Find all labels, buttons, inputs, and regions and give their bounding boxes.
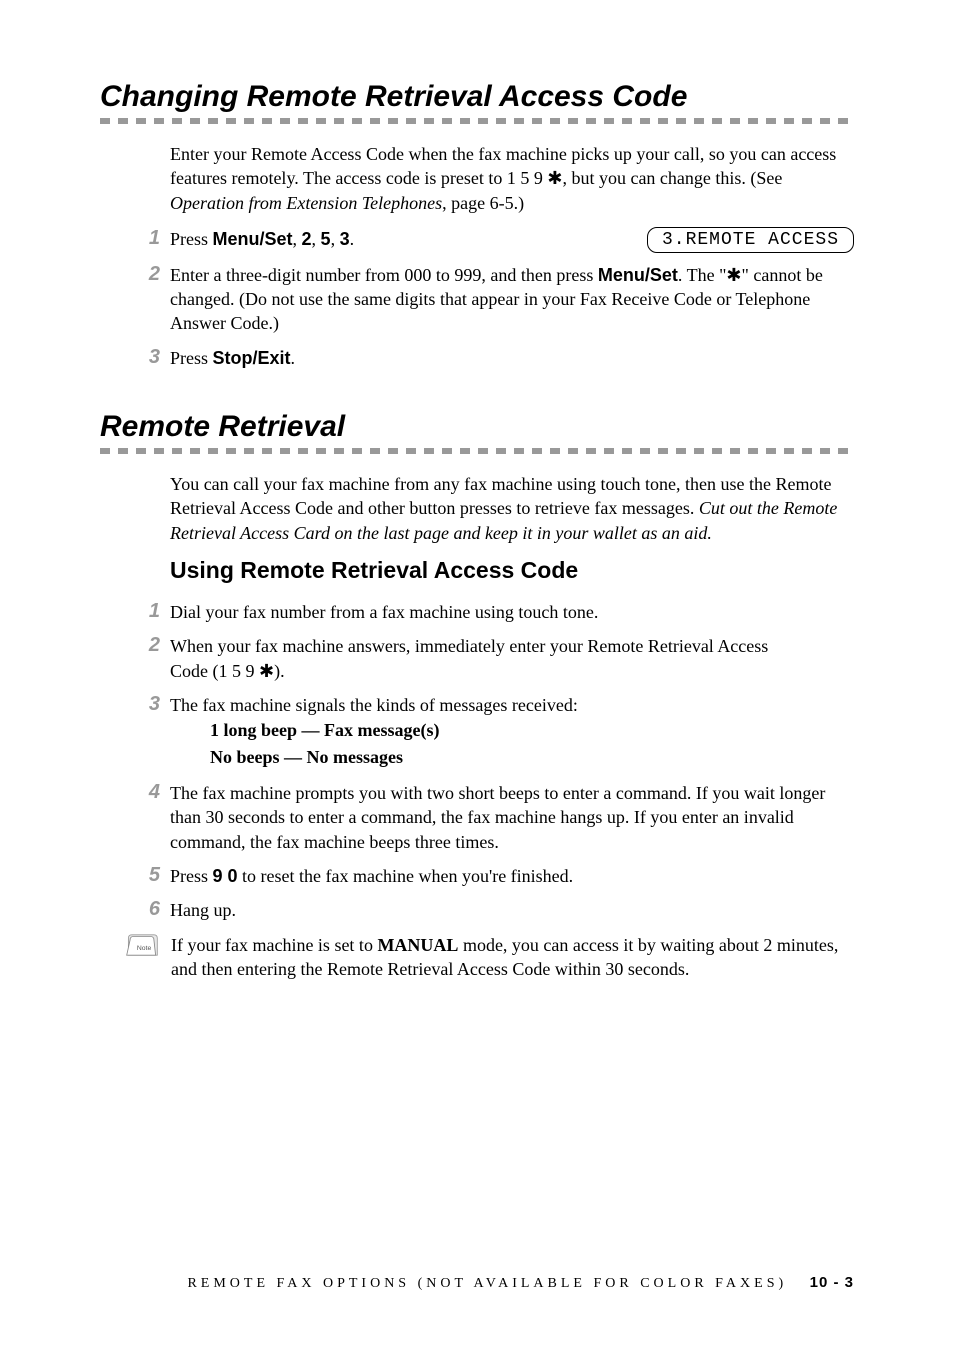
step-number: 6 xyxy=(140,898,170,921)
lcd-display: 3.REMOTE ACCESS xyxy=(647,227,854,253)
step-number: 5 xyxy=(140,864,170,887)
key-label: Stop/Exit xyxy=(213,348,291,368)
step-text: , xyxy=(293,229,302,249)
key-label: 2 xyxy=(302,229,312,249)
step-number: 3 xyxy=(140,346,170,369)
note-text: If your fax machine is set to xyxy=(171,935,377,955)
step-content: Press Menu/Set, 2, 5, 3. xyxy=(170,227,627,251)
note-content: If your fax machine is set to MANUAL mod… xyxy=(171,933,854,982)
lcd-display-wrapper: 3.REMOTE ACCESS xyxy=(647,227,854,253)
key-label: 9 0 xyxy=(213,866,238,886)
section-title-2: Remote Retrieval xyxy=(100,410,854,444)
note-row: Note If your fax machine is set to MANUA… xyxy=(125,933,854,982)
step-text: , xyxy=(312,229,321,249)
step-number: 1 xyxy=(140,600,170,623)
subsection-title: Using Remote Retrieval Access Code xyxy=(170,557,854,584)
svg-text:Note: Note xyxy=(137,945,152,952)
step-2-row: 2 Enter a three-digit number from 000 to… xyxy=(140,263,854,336)
star-icon: ✱ xyxy=(259,661,274,681)
step2-2-row: 2 When your fax machine answers, immedia… xyxy=(140,634,854,683)
step-number: 2 xyxy=(140,634,170,657)
star-icon: ✱ xyxy=(547,168,562,188)
step-text: The fax machine signals the kinds of mes… xyxy=(170,695,578,715)
step-number: 2 xyxy=(140,263,170,286)
step-text: Press xyxy=(170,229,213,249)
step-3-row: 3 Press Stop/Exit. xyxy=(140,346,854,370)
step-text: . The " xyxy=(678,265,727,285)
step-1-row: 1 Press Menu/Set, 2, 5, 3. 3.REMOTE ACCE… xyxy=(140,227,854,253)
section-divider-1 xyxy=(100,118,854,124)
step-content: The fax machine signals the kinds of mes… xyxy=(170,693,854,771)
step-text: to reset the fax machine when you're fin… xyxy=(238,866,574,886)
section-divider-2 xyxy=(100,448,854,454)
star-icon: ✱ xyxy=(726,265,741,285)
step-number: 3 xyxy=(140,693,170,716)
key-label: Menu/Set xyxy=(598,265,678,285)
section-title-1: Changing Remote Retrieval Access Code xyxy=(100,80,854,114)
step-content: Press 9 0 to reset the fax machine when … xyxy=(170,864,854,888)
step-text: Press xyxy=(170,348,213,368)
key-label: 3 xyxy=(340,229,350,249)
step-text: Code (1 5 9 xyxy=(170,661,259,681)
beep-line-1: 1 long beep — Fax message(s) xyxy=(210,717,854,744)
beep-line-2: No beeps — No messages xyxy=(210,744,854,771)
step-text: When your fax machine answers, immediate… xyxy=(170,636,768,656)
step-text: . xyxy=(350,229,355,249)
key-label: Menu/Set xyxy=(213,229,293,249)
intro-italic-ref: Operation from Extension Telephones xyxy=(170,193,442,213)
step-text: . xyxy=(291,348,296,368)
step-content: Enter a three-digit number from 000 to 9… xyxy=(170,263,854,336)
step-number: 1 xyxy=(140,227,170,250)
intro-text: , page 6-5.) xyxy=(442,193,524,213)
note-bold: MANUAL xyxy=(377,935,458,955)
note-icon: Note xyxy=(125,933,165,962)
step-number: 4 xyxy=(140,781,170,804)
step-content: Press Stop/Exit. xyxy=(170,346,854,370)
step2-4-row: 4 The fax machine prompts you with two s… xyxy=(140,781,854,854)
footer-text: REMOTE FAX OPTIONS (NOT AVAILABLE FOR CO… xyxy=(187,1276,787,1291)
step-text: Press xyxy=(170,866,213,886)
step-content: Hang up. xyxy=(170,898,854,922)
intro-text: , but you can change this. (See xyxy=(562,168,782,188)
section2-intro: You can call your fax machine from any f… xyxy=(170,472,854,545)
step-content: The fax machine prompts you with two sho… xyxy=(170,781,854,854)
page-footer: REMOTE FAX OPTIONS (NOT AVAILABLE FOR CO… xyxy=(100,1274,854,1292)
section1-intro: Enter your Remote Access Code when the f… xyxy=(170,142,854,215)
step-text: Enter a three-digit number from 000 to 9… xyxy=(170,265,598,285)
beep-list: 1 long beep — Fax message(s) No beeps — … xyxy=(210,717,854,771)
footer-page-number: 10 - 3 xyxy=(810,1274,854,1291)
step2-5-row: 5 Press 9 0 to reset the fax machine whe… xyxy=(140,864,854,888)
step2-3-row: 3 The fax machine signals the kinds of m… xyxy=(140,693,854,771)
step-text: , xyxy=(331,229,340,249)
step-text: ). xyxy=(274,661,285,681)
step-content: When your fax machine answers, immediate… xyxy=(170,634,854,683)
step2-1-row: 1 Dial your fax number from a fax machin… xyxy=(140,600,854,624)
key-label: 5 xyxy=(321,229,331,249)
step2-6-row: 6 Hang up. xyxy=(140,898,854,922)
step-content: Dial your fax number from a fax machine … xyxy=(170,600,854,624)
